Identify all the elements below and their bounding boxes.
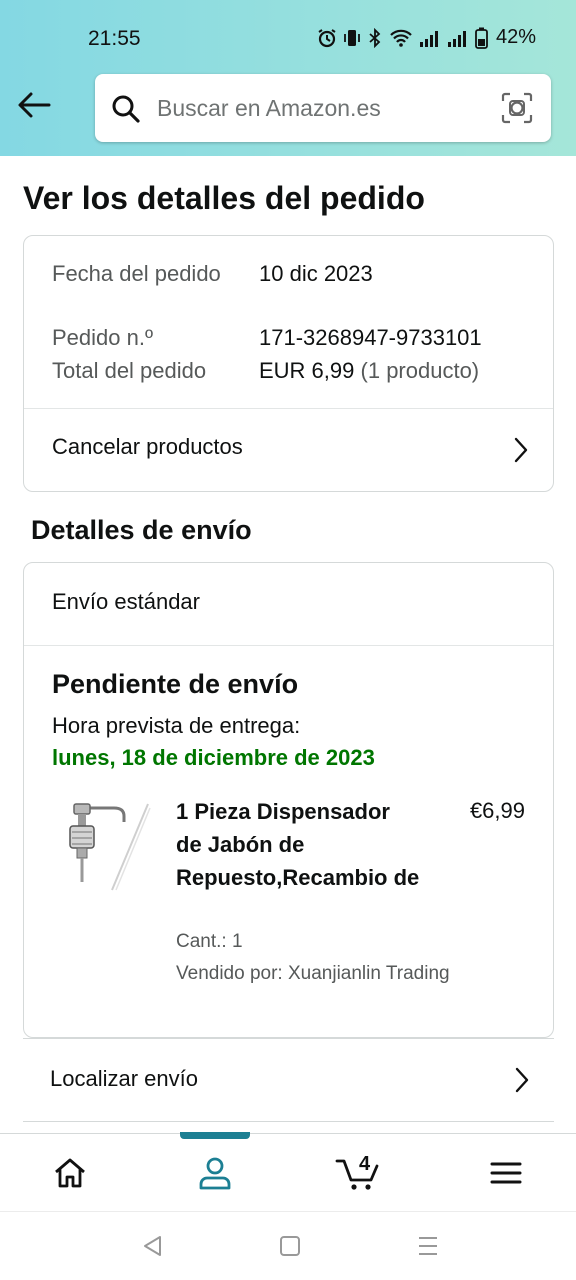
- nav-home[interactable]: [30, 1134, 110, 1212]
- order-total-items: (1 producto): [360, 358, 480, 383]
- nav-account[interactable]: [175, 1134, 255, 1212]
- shipping-section-title: Detalles de envío: [31, 515, 252, 545]
- menu-icon: [490, 1162, 522, 1184]
- camera-icon[interactable]: [501, 92, 533, 124]
- home-icon: [55, 1158, 85, 1188]
- battery-icon: [475, 27, 488, 49]
- bottom-nav: [0, 1132, 576, 1212]
- divider: [24, 645, 553, 646]
- product-title[interactable]: 1 Pieza Dispensador de Jabón de Repuesto…: [176, 795, 421, 894]
- cancel-products-row[interactable]: Cancelar productos: [24, 409, 553, 492]
- product-price: €6,99: [469, 798, 525, 823]
- status-bar: 21:55 42%: [0, 0, 576, 70]
- page-title: Ver los detalles del pedido: [23, 180, 425, 216]
- signal-icon: [419, 30, 438, 47]
- product-quantity: Cant.: 1: [176, 931, 243, 952]
- search-bar[interactable]: Buscar en Amazon.es: [95, 74, 551, 142]
- nav-menu[interactable]: [466, 1134, 546, 1212]
- product-seller: Vendido por: Xuanjianlin Trading: [176, 963, 450, 984]
- track-shipment-row[interactable]: Localizar envío: [23, 1038, 554, 1122]
- shipping-card: Envío estándar Pendiente de envío Hora p…: [23, 562, 554, 1038]
- system-nav-bar: [0, 1211, 576, 1280]
- search-input[interactable]: Buscar en Amazon.es: [157, 95, 381, 122]
- order-date-label: Fecha del pedido: [52, 261, 221, 286]
- order-number-label: Pedido n.º: [52, 325, 153, 350]
- delivery-eta-label: Hora prevista de entrega:: [52, 713, 301, 738]
- order-total-label: Total del pedido: [52, 358, 207, 383]
- chevron-right-icon: [514, 437, 528, 463]
- cart-count-badge: 4: [359, 1153, 371, 1175]
- order-total-value: EUR 6,99: [259, 358, 355, 383]
- status-time: 21:55: [88, 27, 141, 50]
- order-date-value: 10 dic 2023: [259, 261, 373, 286]
- shipping-method: Envío estándar: [52, 589, 200, 614]
- track-shipment-label: Localizar envío: [50, 1066, 198, 1091]
- order-number-value: 171-3268947-9733101: [259, 325, 482, 350]
- system-back-icon[interactable]: [141, 1234, 163, 1258]
- back-arrow-icon: [18, 92, 51, 118]
- vibrate-icon: [344, 29, 360, 46]
- order-total: EUR 6,99 (1 producto): [259, 354, 479, 387]
- product-image[interactable]: [60, 798, 152, 893]
- alarm-icon: [318, 28, 336, 47]
- signal-icon-2: [447, 30, 466, 47]
- shipment-status: Pendiente de envío: [52, 669, 299, 699]
- account-icon: [199, 1157, 231, 1190]
- wifi-icon: [390, 29, 412, 47]
- battery-percent: 42%: [495, 26, 536, 48]
- cart-icon: [335, 1159, 379, 1190]
- chevron-right-icon: [515, 1067, 529, 1093]
- system-home-icon[interactable]: [279, 1234, 301, 1258]
- system-recents-icon[interactable]: [416, 1234, 440, 1258]
- search-icon: [112, 95, 140, 123]
- delivery-eta-date: lunes, 18 de diciembre de 2023: [52, 745, 375, 770]
- status-icons: 42%: [317, 26, 536, 49]
- bluetooth-icon: [369, 27, 381, 48]
- soap-pump-image: [69, 803, 151, 891]
- order-summary-card: Fecha del pedido 10 dic 2023 Pedido n.º …: [23, 235, 554, 492]
- cancel-products-label: Cancelar productos: [52, 434, 243, 459]
- header-background: 21:55 42% Buscar en Amazon.es: [0, 0, 576, 156]
- back-button[interactable]: [16, 90, 56, 126]
- nav-cart[interactable]: [318, 1134, 398, 1212]
